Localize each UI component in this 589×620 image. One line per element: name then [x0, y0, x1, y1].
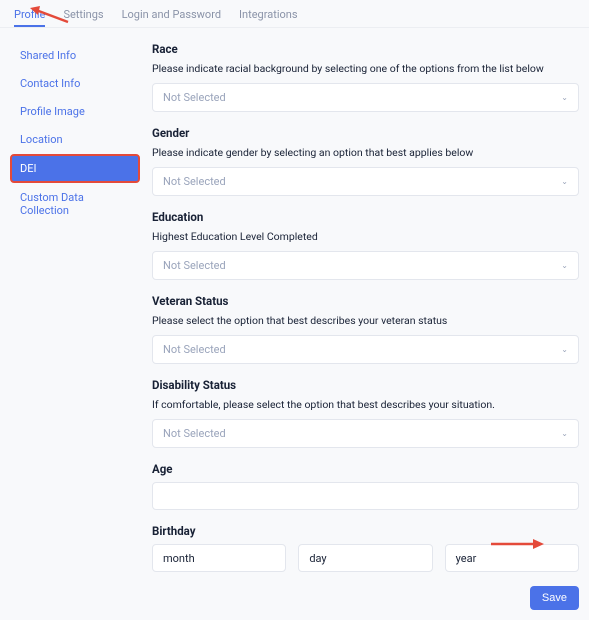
veteran-select[interactable]: Not Selected ⌄ [152, 335, 579, 364]
birthday-month-input[interactable]: month [152, 544, 286, 572]
disability-title: Disability Status [152, 378, 579, 392]
disability-select[interactable]: Not Selected ⌄ [152, 419, 579, 448]
veteran-placeholder: Not Selected [163, 343, 226, 356]
sidebar-item-location[interactable]: Location [10, 126, 140, 153]
gender-desc: Please indicate gender by selecting an o… [152, 146, 579, 159]
veteran-title: Veteran Status [152, 294, 579, 308]
race-select[interactable]: Not Selected ⌄ [152, 83, 579, 112]
sidebar-item-dei[interactable]: DEI [10, 154, 140, 183]
chevron-down-icon: ⌄ [561, 261, 568, 270]
sidebar-item-custom-data-collection[interactable]: Custom Data Collection [10, 184, 140, 224]
education-title: Education [152, 210, 579, 224]
tab-settings[interactable]: Settings [63, 8, 103, 27]
chevron-down-icon: ⌄ [561, 93, 568, 102]
gender-placeholder: Not Selected [163, 175, 226, 188]
gender-select[interactable]: Not Selected ⌄ [152, 167, 579, 196]
sidebar-item-contact-info[interactable]: Contact Info [10, 70, 140, 97]
race-desc: Please indicate racial background by sel… [152, 62, 579, 75]
birthday-year-input[interactable]: year [445, 544, 579, 572]
education-placeholder: Not Selected [163, 259, 226, 272]
disability-placeholder: Not Selected [163, 427, 226, 440]
birthday-title: Birthday [152, 524, 579, 538]
birthday-day-input[interactable]: day [298, 544, 432, 572]
age-input[interactable] [152, 482, 579, 510]
top-tabs: Profile Settings Login and Password Integra… [0, 0, 589, 28]
sidebar-item-profile-image[interactable]: Profile Image [10, 98, 140, 125]
veteran-desc: Please select the option that best descr… [152, 314, 579, 327]
save-button[interactable]: Save [530, 586, 579, 610]
main-panel: Race Please indicate racial background b… [146, 42, 579, 610]
chevron-down-icon: ⌄ [561, 177, 568, 186]
education-desc: Highest Education Level Completed [152, 230, 579, 243]
gender-title: Gender [152, 126, 579, 140]
sidebar-item-shared-info[interactable]: Shared Info [10, 42, 140, 69]
age-title: Age [152, 462, 579, 476]
chevron-down-icon: ⌄ [561, 345, 568, 354]
tab-login-and-password[interactable]: Login and Password [122, 8, 221, 27]
race-placeholder: Not Selected [163, 91, 226, 104]
tab-integrations[interactable]: Integrations [239, 8, 297, 27]
race-title: Race [152, 42, 579, 56]
education-select[interactable]: Not Selected ⌄ [152, 251, 579, 280]
tab-profile[interactable]: Profile [14, 8, 45, 27]
disability-desc: If comfortable, please select the option… [152, 398, 579, 411]
chevron-down-icon: ⌄ [561, 429, 568, 438]
settings-sidebar: Shared InfoContact InfoProfile ImageLoca… [10, 42, 146, 610]
